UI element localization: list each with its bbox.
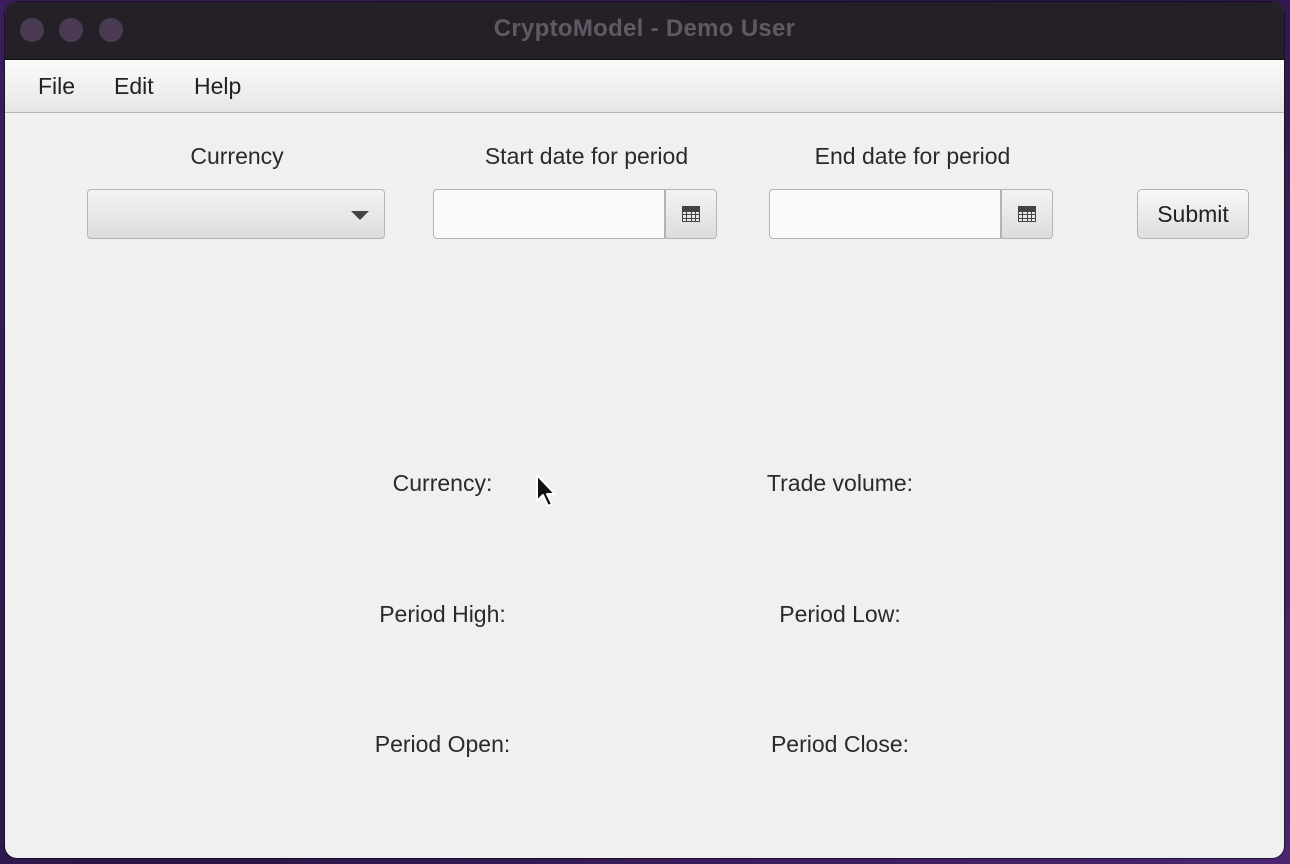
currency-combobox[interactable] bbox=[87, 189, 385, 239]
window-title: CryptoModel - Demo User bbox=[493, 15, 796, 42]
app-window: CryptoModel - Demo User File Edit Help bbox=[5, 2, 1284, 858]
start-date-input[interactable] bbox=[433, 189, 665, 239]
start-date-picker bbox=[433, 189, 717, 239]
result-currency-label: Currency: bbox=[392, 470, 493, 496]
start-date-calendar-button[interactable] bbox=[665, 189, 717, 239]
result-trade-volume-label: Trade volume: bbox=[766, 470, 914, 496]
chevron-down-icon bbox=[351, 211, 369, 220]
title-bar: CryptoModel - Demo User bbox=[5, 2, 1284, 60]
result-period-open-label: Period Open: bbox=[374, 731, 511, 757]
end-date-picker bbox=[769, 189, 1053, 239]
mouse-pointer-icon bbox=[536, 474, 556, 507]
result-period-high-label: Period High: bbox=[379, 601, 506, 627]
calendar-icon bbox=[1018, 206, 1036, 222]
result-period-low-label: Period Low: bbox=[779, 601, 901, 627]
calendar-icon bbox=[682, 206, 700, 222]
result-period-close-label: Period Close: bbox=[770, 731, 910, 757]
submit-button[interactable]: Submit bbox=[1137, 189, 1249, 239]
end-date-input[interactable] bbox=[769, 189, 1001, 239]
menu-edit[interactable]: Edit bbox=[114, 73, 154, 100]
currency-header: Currency bbox=[190, 143, 284, 169]
end-date-calendar-button[interactable] bbox=[1001, 189, 1053, 239]
menu-bar: File Edit Help bbox=[5, 60, 1284, 113]
menu-help[interactable]: Help bbox=[194, 73, 241, 100]
start-date-header: Start date for period bbox=[484, 143, 689, 169]
menu-file[interactable]: File bbox=[38, 73, 75, 100]
end-date-header: End date for period bbox=[814, 143, 1011, 169]
